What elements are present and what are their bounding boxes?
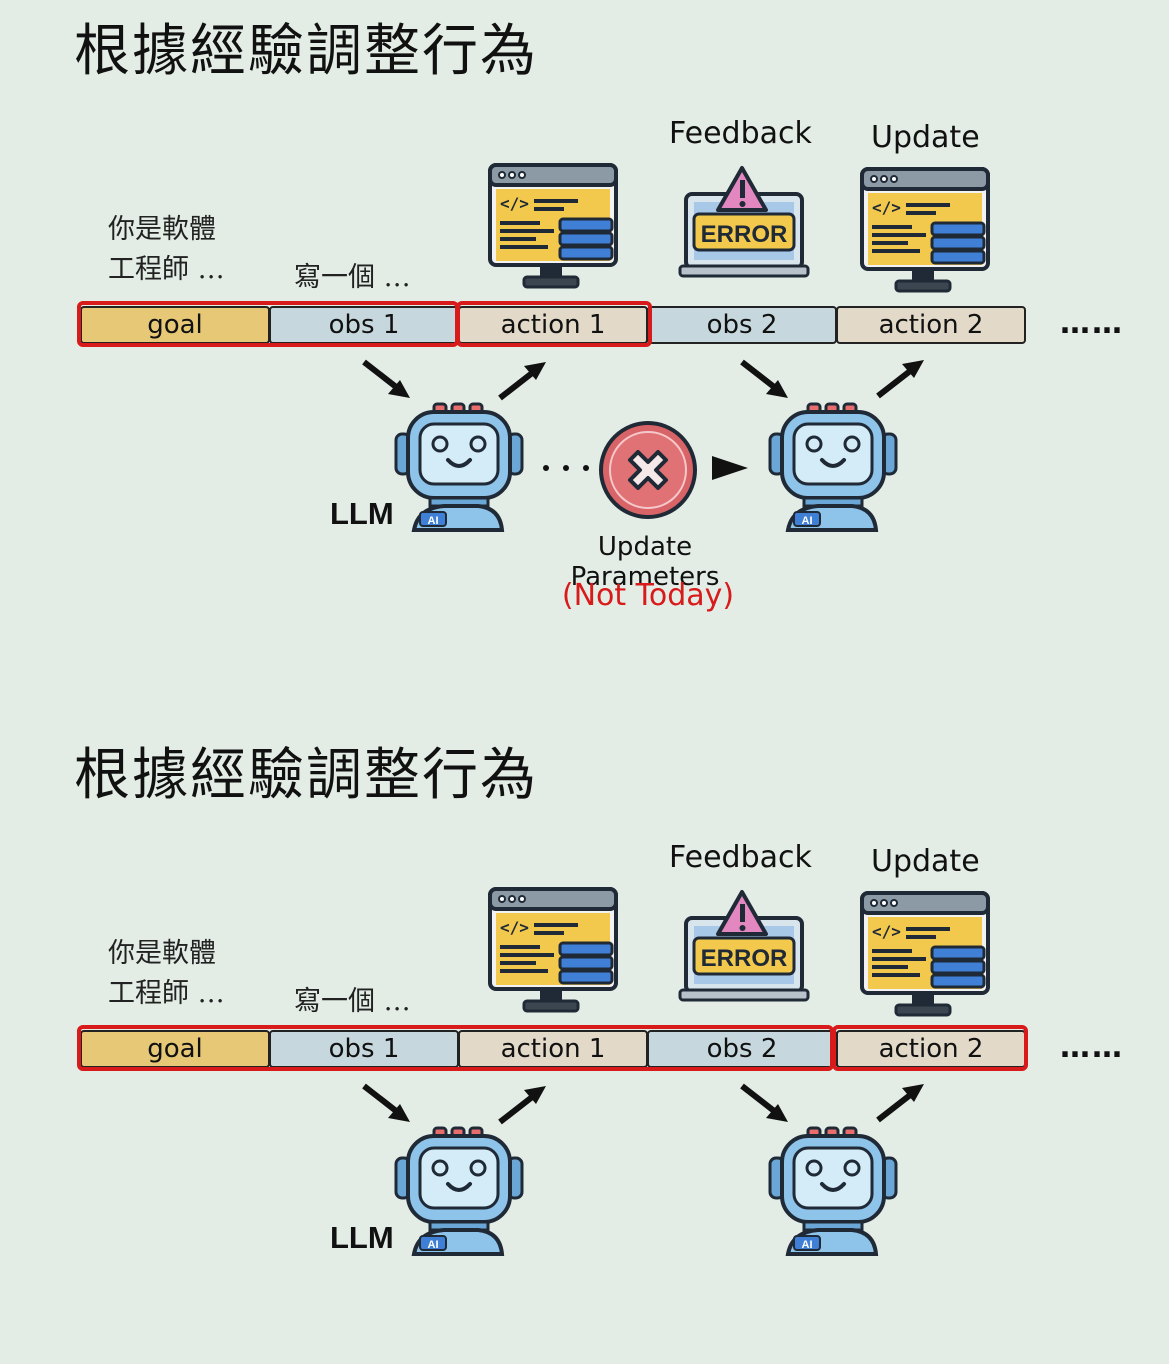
ellipsis: ……: [1060, 1030, 1124, 1065]
arrow-icon: [876, 360, 924, 399]
svg-text:</>: </>: [500, 918, 529, 937]
error-text: ERROR: [701, 221, 788, 248]
update-params-line-1: Update: [597, 532, 693, 562]
robot-badge: AI: [802, 515, 813, 527]
update-label: Update: [871, 844, 980, 879]
error-text: ERROR: [701, 945, 788, 972]
robot-icon: AI: [394, 402, 524, 532]
llm-label: LLM: [330, 496, 394, 531]
prompt-text: 你是軟體 工程師 …: [108, 934, 225, 1014]
arrow-icon: [740, 1083, 788, 1122]
panel-top: 根據經驗調整行為 </> Feedback ERROR Update </> 你…: [0, 0, 1169, 640]
ellipsis: ……: [1060, 306, 1124, 341]
arrow-icon: [876, 1084, 924, 1123]
panel-bottom: 根據經驗調整行為 </> Feedback ERROR Update </> 你…: [0, 724, 1169, 1364]
seq-obs-2: obs 2: [647, 306, 837, 344]
highlight-context: [77, 301, 459, 347]
panel-title: 根據經驗調整行為: [74, 743, 538, 808]
laptop-error-icon: ERROR: [678, 890, 810, 1002]
svg-text:</>: </>: [872, 198, 901, 217]
arrow-icon: [362, 359, 410, 398]
robot-icon: AI: [768, 402, 898, 532]
robot-badge: AI: [428, 515, 439, 527]
seq-action-2: action 2: [836, 306, 1026, 344]
prompt-line-2: 工程師 …: [108, 978, 225, 1009]
arrow-icon: [362, 1083, 410, 1122]
prompt-line-2: 工程師 …: [108, 254, 225, 285]
robot-badge: AI: [802, 1239, 813, 1251]
computer-code-icon: </>: [488, 887, 618, 1013]
robot-icon: AI: [394, 1126, 524, 1256]
request-text: 寫一個 …: [294, 986, 411, 1017]
feedback-label: Feedback: [669, 840, 812, 875]
update-label: Update: [871, 120, 980, 155]
highlight-context: [77, 1025, 834, 1071]
prompt-text: 你是軟體 工程師 …: [108, 210, 225, 290]
feedback-label: Feedback: [669, 116, 812, 151]
svg-text:</>: </>: [872, 922, 901, 941]
laptop-error-icon: ERROR: [678, 166, 810, 278]
llm-label: LLM: [330, 1220, 394, 1255]
computer-code-icon: </>: [860, 167, 990, 293]
svg-text:</>: </>: [500, 194, 529, 213]
robot-badge: AI: [428, 1239, 439, 1251]
computer-code-icon: </>: [860, 891, 990, 1017]
highlight-action: [456, 301, 652, 347]
not-today-label: (Not Today): [561, 578, 735, 613]
cancel-icon: [599, 421, 697, 519]
request-text: 寫一個 …: [294, 262, 411, 293]
panel-title: 根據經驗調整行為: [74, 19, 538, 84]
computer-code-icon: </>: [488, 163, 618, 289]
arrow-icon: [740, 359, 788, 398]
arrow-icon: [498, 1086, 546, 1125]
arrow-icon: [498, 362, 546, 401]
prompt-line-1: 你是軟體: [108, 938, 216, 969]
prompt-line-1: 你是軟體: [108, 214, 216, 245]
highlight-action: [832, 1025, 1028, 1071]
robot-icon: AI: [768, 1126, 898, 1256]
